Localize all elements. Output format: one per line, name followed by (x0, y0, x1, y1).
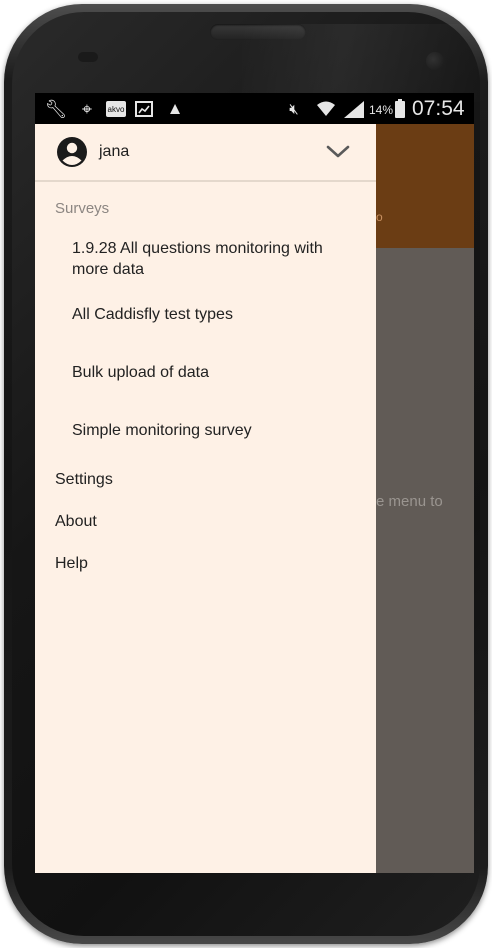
gps-icon: ⌖ (81, 98, 93, 119)
clock: 07:54 (412, 97, 465, 120)
warning-icon: ▲ (166, 99, 184, 118)
survey-item[interactable]: Bulk upload of data (72, 362, 362, 383)
account-name: jana (99, 143, 130, 160)
surveys-section-header: Surveys (55, 200, 110, 217)
proximity-sensor (78, 52, 98, 62)
account-circle-icon (57, 137, 87, 167)
mute-icon: 🔇︎ (289, 100, 299, 118)
navigation-drawer: jana Surveys 1.9.28 All questions monito… (35, 124, 376, 873)
app-toolbar-text: o (376, 210, 383, 224)
account-header[interactable]: jana (35, 124, 376, 182)
status-bar: 🔧︎ ⌖ akvo ▲ 🔇︎ 14% 07:54 (35, 93, 474, 124)
image-icon (135, 101, 153, 117)
survey-item[interactable]: 1.9.28 All questions monitoring with mor… (72, 238, 362, 280)
signal-icon (341, 99, 367, 119)
phone-screen: 🔧︎ ⌖ akvo ▲ 🔇︎ 14% 07:54 o e menu to jan… (35, 93, 474, 873)
chevron-down-icon[interactable] (325, 143, 351, 159)
akvo-icon: akvo (106, 101, 126, 117)
menu-item-help[interactable]: Help (55, 555, 88, 573)
survey-item[interactable]: Simple monitoring survey (72, 420, 362, 441)
survey-item[interactable]: All Caddisfly test types (72, 304, 362, 325)
glass-glare (242, 24, 492, 102)
battery-icon (395, 99, 405, 118)
wrench-icon: 🔧︎ (44, 98, 68, 119)
wifi-icon (315, 99, 337, 119)
app-body-text[interactable]: e menu to (376, 493, 443, 510)
menu-item-settings[interactable]: Settings (55, 471, 113, 489)
battery-percent: 14% (369, 103, 394, 117)
menu-item-about[interactable]: About (55, 513, 97, 531)
